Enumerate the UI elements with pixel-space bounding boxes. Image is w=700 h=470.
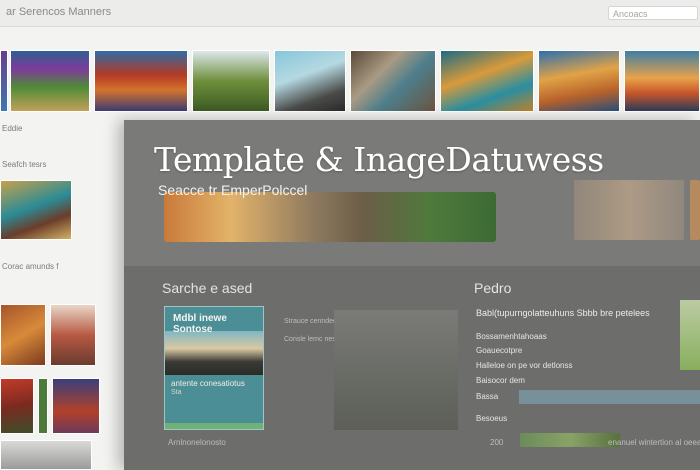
banner-image <box>164 192 496 242</box>
left-label: Eddie <box>2 124 23 133</box>
left-thumbnail[interactable] <box>0 440 92 470</box>
thumbnail[interactable] <box>10 50 90 112</box>
middle-line: Strauce cenndee <box>284 318 337 325</box>
thumbnail[interactable] <box>350 50 436 112</box>
detail-input-bar[interactable] <box>519 390 700 404</box>
bottom-left-text: Arnlnonelonosto <box>168 438 226 447</box>
thumbnail[interactable] <box>94 50 188 112</box>
detail-description: Babl(tupurngolatteuhuns Sbbb bre petelee… <box>476 308 650 318</box>
accent-strip <box>680 300 700 370</box>
thumbnail[interactable] <box>0 50 8 112</box>
thumbnail[interactable] <box>274 50 346 112</box>
thumbnail[interactable] <box>440 50 534 112</box>
detail-field: Besoeus <box>476 414 508 423</box>
left-label: Corac amunds f <box>2 262 59 271</box>
detail-field: Baisocor dem <box>476 376 525 385</box>
bottom-image-bar <box>520 433 620 447</box>
thumbnail[interactable] <box>538 50 620 112</box>
left-thumbnail[interactable] <box>38 378 48 434</box>
section-heading-search: Sarche e ased <box>162 280 253 296</box>
left-label: Seafch tesrs <box>2 160 47 169</box>
left-thumbnail[interactable] <box>0 378 34 434</box>
detail-field: Goauecotpre <box>476 346 523 355</box>
top-bar: ar Serencos Manners Ancoacs <box>0 0 700 27</box>
section-heading-details: Pedro <box>474 280 512 296</box>
left-thumbnail[interactable] <box>50 304 96 366</box>
card-subtitle: antente conesatiotus <box>171 379 245 388</box>
card-caption: Sta <box>171 389 182 396</box>
side-image <box>690 180 700 240</box>
middle-line: Consle lemc nes <box>284 336 336 343</box>
panel-title: Template & InageDatuwess <box>154 140 604 179</box>
panel-subtitle: Seacce tr EmperPolccel <box>158 182 308 198</box>
app-title: ar Serencos Manners <box>6 6 112 18</box>
card-progress-bar <box>165 423 263 429</box>
selected-template-card[interactable]: Mdbl inewe Sontose antente conesatiotus … <box>164 306 264 430</box>
thumbnail[interactable] <box>192 50 270 112</box>
detail-field: Bossamenhtahoaas <box>476 332 547 341</box>
left-thumbnail[interactable] <box>0 304 46 366</box>
detail-field: Bassa <box>476 392 499 401</box>
template-image-database-panel: Template & InageDatuwess Seacce tr Emper… <box>124 120 700 470</box>
card-heading: Mdbl inewe Sontose <box>173 313 227 335</box>
left-thumbnail[interactable] <box>52 378 100 434</box>
left-thumbnail[interactable] <box>0 180 72 240</box>
bottom-mid-value: 200 <box>490 438 504 447</box>
thumbnail[interactable] <box>624 50 700 112</box>
side-image <box>574 180 684 240</box>
bottom-right-text: enanuel wintertion al oeeasta <box>608 438 700 447</box>
thumbnail-strip <box>0 50 700 114</box>
search-input[interactable]: Ancoacs <box>608 6 698 20</box>
card-image <box>165 331 263 375</box>
detail-field: Halleloe on pe vor detlonss <box>476 361 573 370</box>
preview-image <box>334 310 458 430</box>
